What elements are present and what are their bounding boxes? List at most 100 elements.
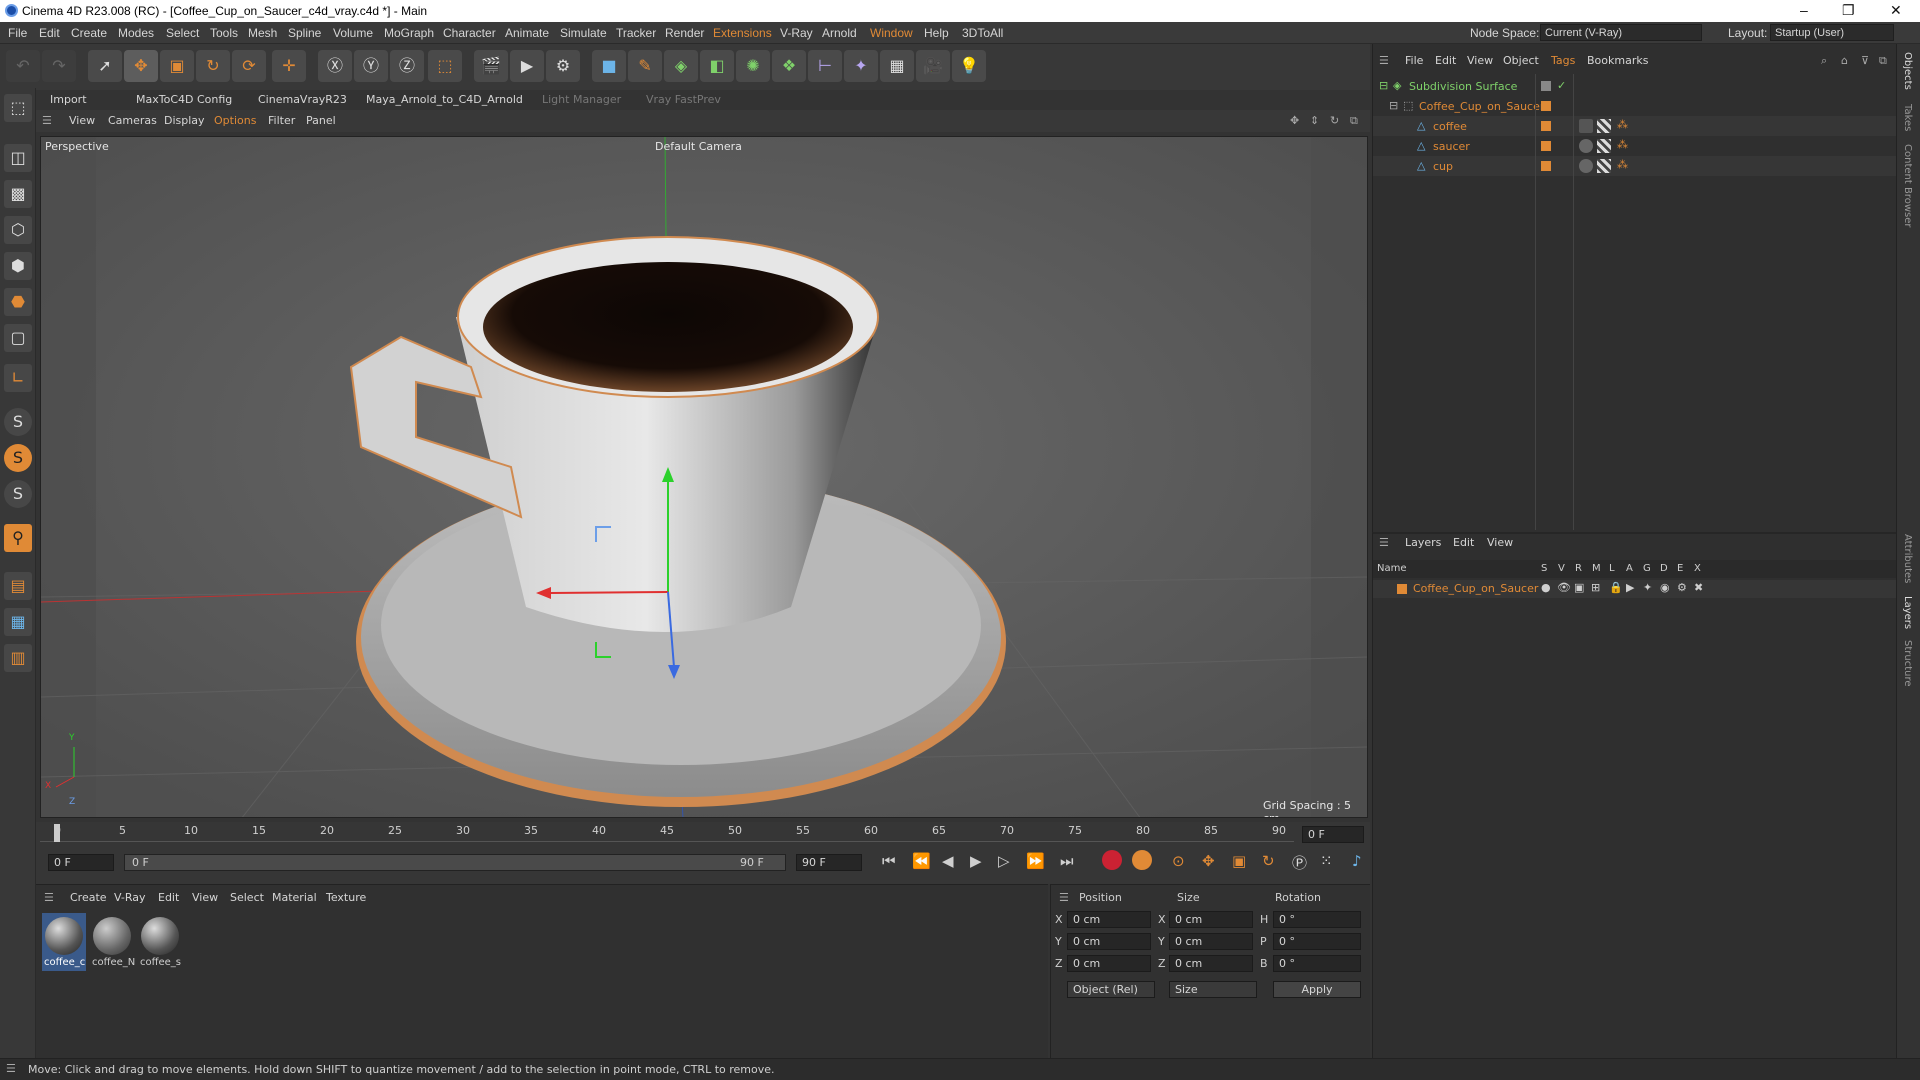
- material-menu-texture[interactable]: Texture: [326, 891, 366, 904]
- end-frame-field[interactable]: 90 F: [796, 854, 862, 871]
- material-menu-create[interactable]: Create: [70, 891, 107, 904]
- object-menu-object[interactable]: Object: [1503, 54, 1539, 67]
- layer-menu-icon[interactable]: ☰: [1379, 536, 1389, 549]
- rot-h-field[interactable]: 0 °: [1273, 911, 1361, 928]
- live-selection-icon[interactable]: ➚: [88, 50, 122, 82]
- phong-tag-icon[interactable]: ⁂: [1617, 158, 1628, 171]
- status-menu-icon[interactable]: ☰: [6, 1062, 16, 1075]
- node-space-select[interactable]: Current (V-Ray): [1540, 24, 1702, 41]
- object-menu-edit[interactable]: Edit: [1435, 54, 1456, 67]
- menu-create[interactable]: Create: [71, 26, 107, 40]
- key-parameter-icon[interactable]: Ⓟ: [1292, 852, 1307, 873]
- timeline-settings-icon[interactable]: ♪: [1352, 852, 1362, 870]
- object-row[interactable]: △ coffee ⁂: [1373, 116, 1897, 136]
- layer-color-icon[interactable]: [1397, 584, 1407, 594]
- menu-mograph[interactable]: MoGraph: [384, 26, 434, 40]
- menu-simulate[interactable]: Simulate: [560, 26, 607, 40]
- material-swatch[interactable]: coffee_c: [42, 913, 86, 971]
- undo-icon[interactable]: ↶: [6, 50, 40, 82]
- object-row[interactable]: ⊟ ⬚ Coffee_Cup_on_Saucer: [1373, 96, 1897, 116]
- material-menu-view[interactable]: View: [192, 891, 218, 904]
- tweak-mode-icon[interactable]: ⚲: [4, 524, 32, 552]
- key-pla-icon[interactable]: ⁙: [1320, 852, 1333, 870]
- x-axis-lock-icon[interactable]: Ⓧ: [318, 50, 352, 82]
- object-menu-view[interactable]: View: [1467, 54, 1493, 67]
- render-view-icon[interactable]: 🎬: [474, 50, 508, 82]
- layer-menu-edit[interactable]: Edit: [1453, 536, 1474, 549]
- size-mode-select[interactable]: Size: [1169, 981, 1257, 998]
- material-tag-icon[interactable]: [1579, 159, 1593, 173]
- environment-icon[interactable]: ✦: [844, 50, 878, 82]
- import-button[interactable]: Import: [50, 93, 87, 106]
- menu-help[interactable]: Help: [924, 26, 949, 40]
- menu-character[interactable]: Character: [443, 26, 496, 40]
- menu-select[interactable]: Select: [166, 26, 199, 40]
- viewport-menu-options[interactable]: Options: [214, 114, 256, 127]
- field-icon[interactable]: ⊢: [808, 50, 842, 82]
- coords-menu-icon[interactable]: ☰: [1059, 891, 1069, 904]
- menu-tools[interactable]: Tools: [210, 26, 238, 40]
- texture-mode-icon[interactable]: ▩: [4, 180, 32, 208]
- tab-layers[interactable]: Layers: [1902, 596, 1913, 629]
- minimize-icon[interactable]: –: [1800, 2, 1808, 18]
- menu-spline[interactable]: Spline: [288, 26, 321, 40]
- menu-arnold[interactable]: Arnold: [822, 26, 857, 40]
- axis-mode-icon[interactable]: ∟: [4, 364, 32, 392]
- object-menu-bookmarks[interactable]: Bookmarks: [1587, 54, 1648, 67]
- layer-visible-icon[interactable]: 👁: [1557, 581, 1571, 594]
- object-menu-tags[interactable]: Tags: [1551, 54, 1575, 67]
- menu-file[interactable]: File: [8, 26, 27, 40]
- layer-expression-icon[interactable]: ⚙: [1677, 581, 1687, 594]
- viewport-menu-panel[interactable]: Panel: [306, 114, 336, 127]
- menu-vray[interactable]: V-Ray: [780, 26, 813, 40]
- layer-solo-icon[interactable]: ●: [1541, 581, 1551, 594]
- snap-settings-icon[interactable]: S: [4, 444, 32, 472]
- goto-start-icon[interactable]: ⏮: [882, 852, 896, 870]
- key-position-icon[interactable]: ✥: [1202, 852, 1215, 870]
- viewport-menu-icon[interactable]: ☰: [42, 114, 52, 127]
- layer-deformer-icon[interactable]: ◉: [1660, 581, 1670, 594]
- subdivision-generator-icon[interactable]: ◈: [664, 50, 698, 82]
- menu-window[interactable]: Window: [870, 26, 913, 40]
- viewport-rotate-icon[interactable]: ↻: [1330, 114, 1339, 127]
- key-rotation-icon[interactable]: ↻: [1262, 852, 1275, 870]
- close-icon[interactable]: ✕: [1890, 2, 1902, 19]
- next-frame-icon[interactable]: ▷: [998, 852, 1010, 870]
- range-slider[interactable]: [124, 854, 786, 871]
- uvw-tag-icon[interactable]: [1597, 159, 1611, 173]
- expand-icon[interactable]: ⊟: [1379, 79, 1388, 92]
- points-mode-icon[interactable]: ⬡: [4, 216, 32, 244]
- polygons-mode-icon[interactable]: ⬣: [4, 288, 32, 316]
- y-axis-lock-icon[interactable]: Ⓨ: [354, 50, 388, 82]
- viewport-menu-display[interactable]: Display: [164, 114, 205, 127]
- key-scale-icon[interactable]: ▣: [1232, 852, 1246, 870]
- tab-structure[interactable]: Structure: [1902, 640, 1913, 687]
- uv-mode-icon[interactable]: ▢: [4, 324, 32, 352]
- uvw-tag-icon[interactable]: [1597, 119, 1611, 133]
- spline-pen-icon[interactable]: ✎: [628, 50, 662, 82]
- object-row[interactable]: △ cup ⁂: [1373, 156, 1897, 176]
- layer-manager-icon[interactable]: ⊞: [1591, 581, 1600, 594]
- phong-tag-icon[interactable]: ⁂: [1617, 138, 1628, 151]
- coordinate-mode-select[interactable]: Object (Rel): [1067, 981, 1155, 998]
- autokey-icon[interactable]: [1132, 850, 1152, 870]
- layer-row[interactable]: Coffee_Cup_on_Saucer ● 👁 ▣ ⊞ 🔒 ▶ ✦ ◉ ⚙ ✖: [1373, 580, 1897, 598]
- play-icon[interactable]: ▶: [970, 852, 982, 870]
- object-row[interactable]: ⊟ ◈ Subdivision Surface ✓: [1373, 76, 1897, 96]
- viewport-menu-filter[interactable]: Filter: [268, 114, 295, 127]
- viewport-menu-view[interactable]: View: [69, 114, 95, 127]
- object-menu-icon[interactable]: ☰: [1379, 54, 1389, 67]
- make-editable-icon[interactable]: ⬚: [4, 94, 32, 122]
- render-picture-viewer-icon[interactable]: ▶: [510, 50, 544, 82]
- start-frame-field[interactable]: 0 F: [48, 854, 114, 871]
- layer-render-icon[interactable]: ▣: [1574, 581, 1584, 594]
- menu-render[interactable]: Render: [665, 26, 704, 40]
- layer-lock-icon[interactable]: 🔒: [1609, 581, 1623, 594]
- object-row[interactable]: △ saucer ⁂: [1373, 136, 1897, 156]
- material-tag-icon[interactable]: [1579, 119, 1593, 133]
- menu-volume[interactable]: Volume: [333, 26, 373, 40]
- prev-frame-icon[interactable]: ◀: [942, 852, 954, 870]
- transform-tool-icon[interactable]: ✛: [272, 50, 306, 82]
- size-z-field[interactable]: 0 cm: [1169, 955, 1253, 972]
- material-swatch[interactable]: coffee_N: [90, 913, 135, 971]
